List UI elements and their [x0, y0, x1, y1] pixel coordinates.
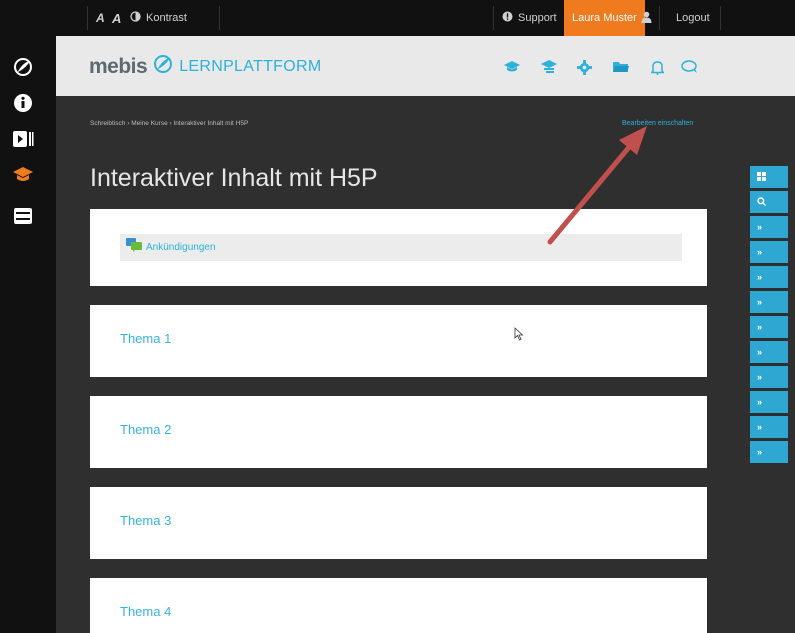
chevron-right-icon: »: [757, 372, 763, 382]
block-expand-button[interactable]: »: [750, 441, 788, 463]
brand-product: LERNPLATTFORM: [179, 57, 322, 75]
font-smaller-label: A: [96, 11, 105, 25]
support-button[interactable]: Support: [502, 0, 557, 36]
student-cap-icon[interactable]: [540, 58, 558, 76]
graduation-cap-icon[interactable]: [10, 162, 36, 188]
chevron-right-icon: »: [757, 247, 763, 257]
mebis-swoosh-icon: [152, 54, 174, 79]
block-expand-button[interactable]: »: [750, 391, 788, 413]
block-expand-button[interactable]: »: [750, 241, 788, 263]
section-card: Thema 3: [90, 487, 707, 559]
gear-icon[interactable]: [575, 58, 593, 76]
topic-title[interactable]: Thema 2: [120, 422, 171, 437]
brand-name: mebis: [89, 54, 148, 78]
section-card: Thema 2: [90, 396, 707, 468]
contrast-label: Kontrast: [146, 12, 187, 24]
divider: [493, 6, 494, 30]
top-utility-bar: A A Kontrast Support Laura Muster Logout: [56, 0, 795, 36]
section-card: Thema 1: [90, 305, 707, 377]
mouse-cursor-icon: [514, 327, 524, 346]
block-grid-button[interactable]: [750, 166, 788, 188]
block-expand-button[interactable]: »: [750, 366, 788, 388]
logout-button[interactable]: Logout: [676, 0, 710, 36]
block-expand-button[interactable]: »: [750, 291, 788, 313]
font-larger-button[interactable]: A: [112, 0, 121, 36]
announcements-label: Ankündigungen: [146, 242, 216, 253]
info-icon[interactable]: [10, 90, 36, 116]
breadcrumb: Schreibtisch › Meine Kurse › Interaktive…: [90, 120, 248, 127]
breadcrumb-item[interactable]: Schreibtisch: [90, 120, 125, 127]
forum-icon: [126, 238, 142, 257]
breadcrumb-item[interactable]: Interaktiver Inhalt mit H5P: [174, 120, 249, 127]
chevron-right-icon: »: [757, 422, 763, 432]
mebis-logo-icon[interactable]: [10, 54, 36, 80]
chevron-right-icon: »: [757, 222, 763, 232]
user-icon: [641, 11, 652, 26]
folder-icon[interactable]: [612, 58, 630, 76]
chevron-right-icon: »: [757, 297, 763, 307]
user-profile-button[interactable]: [641, 0, 652, 36]
topic-title[interactable]: Thema 3: [120, 513, 171, 528]
contrast-icon: [130, 11, 141, 25]
breadcrumb-separator: ›: [169, 120, 172, 127]
divider: [720, 6, 721, 30]
user-menu[interactable]: Laura Muster: [564, 0, 645, 36]
page-title: Interaktiver Inhalt mit H5P: [90, 164, 378, 192]
topic-title[interactable]: Thema 4: [120, 604, 171, 619]
divider: [219, 6, 220, 30]
announcements-forum[interactable]: Ankündigungen: [120, 234, 682, 261]
support-label: Support: [518, 12, 557, 24]
logout-label: Logout: [676, 12, 710, 24]
alert-icon: [502, 11, 513, 25]
font-smaller-button[interactable]: A: [96, 0, 105, 36]
user-name: Laura Muster: [572, 12, 637, 24]
chevron-right-icon: »: [757, 347, 763, 357]
search-icon: [757, 196, 767, 208]
brand-logo[interactable]: mebis LERNPLATTFORM: [89, 54, 322, 79]
drawer-icon[interactable]: [10, 203, 36, 229]
section-card: Ankündigungen: [90, 209, 707, 286]
block-expand-button[interactable]: »: [750, 316, 788, 338]
grid-icon: [757, 171, 766, 183]
block-expand-button[interactable]: »: [750, 416, 788, 438]
graduation-cap-icon[interactable]: [503, 58, 521, 76]
section-card: Thema 4: [90, 578, 707, 633]
brand-header: mebis LERNPLATTFORM: [56, 36, 795, 96]
bell-icon[interactable]: [648, 58, 666, 76]
block-search-button[interactable]: [750, 191, 788, 213]
chat-icon[interactable]: [681, 58, 699, 76]
topic-title[interactable]: Thema 1: [120, 331, 171, 346]
block-expand-button[interactable]: »: [750, 266, 788, 288]
chevron-right-icon: »: [757, 447, 763, 457]
media-play-icon[interactable]: [10, 126, 36, 152]
chevron-right-icon: »: [757, 272, 763, 282]
font-larger-label: A: [112, 10, 122, 26]
block-expand-button[interactable]: »: [750, 341, 788, 363]
divider: [659, 6, 660, 30]
breadcrumb-item[interactable]: Meine Kurse: [131, 120, 168, 127]
left-rail: [0, 0, 56, 633]
breadcrumb-separator: ›: [127, 120, 130, 127]
chevron-right-icon: »: [757, 397, 763, 407]
chevron-right-icon: »: [757, 322, 763, 332]
contrast-button[interactable]: Kontrast: [130, 0, 187, 36]
block-expand-button[interactable]: »: [750, 216, 788, 238]
divider: [87, 6, 88, 30]
edit-mode-toggle[interactable]: Bearbeiten einschalten: [622, 120, 693, 127]
